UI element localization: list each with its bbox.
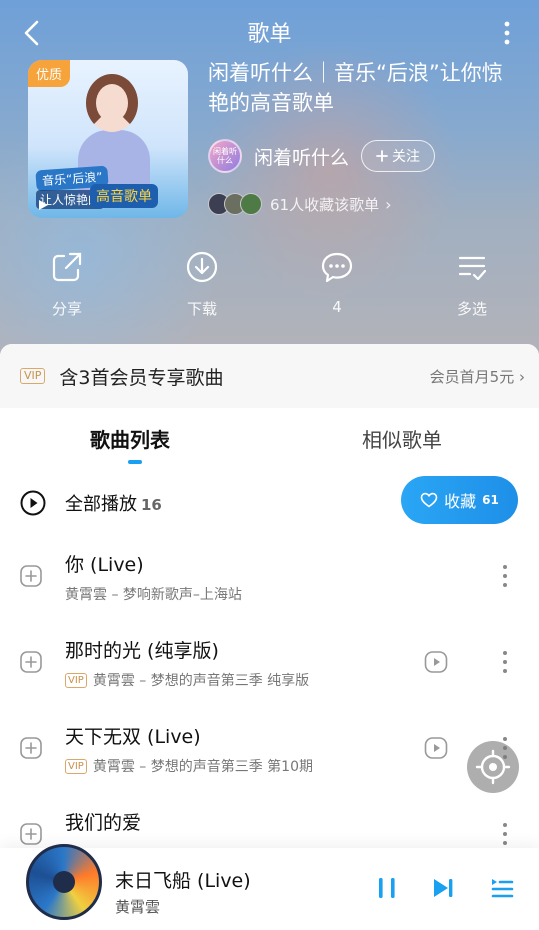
song-title: 那时的光 (纯享版) (65, 640, 219, 662)
multi-select-label: 多选 (456, 300, 487, 318)
play-all-row: 全部播放 16 收藏 61 (0, 476, 539, 528)
cover-play-icon[interactable] (36, 198, 50, 212)
pause-icon[interactable] (376, 876, 398, 900)
song-title: 我们的爱 (65, 812, 142, 834)
song-row[interactable]: 你 (Live) 黄霄雲 – 梦响新歌声–上海站 (0, 538, 539, 624)
creator-avatar[interactable]: 闲着听什么 (208, 139, 242, 173)
creator-row: 闲着听什么 闲着听什么 关注 (208, 138, 436, 174)
multi-select-button[interactable]: 多选 (432, 250, 512, 319)
download-label: 下载 (186, 300, 217, 318)
collect-button[interactable]: 收藏 61 (401, 476, 518, 524)
action-bar: 分享 下载 4 多选 (0, 250, 539, 330)
song-artist-album: 黄霄雲 – 梦响新歌声–上海站 (65, 587, 242, 603)
vip-badge: VIP (65, 672, 87, 688)
song-row[interactable]: 那时的光 (纯享版) VIP 黄霄雲 – 梦想的声音第三季 纯享版 (0, 624, 539, 710)
locate-current-button[interactable] (467, 741, 519, 793)
song-title: 天下无双 (Live) (65, 726, 201, 748)
download-button[interactable]: 下载 (162, 250, 242, 319)
share-button[interactable]: 分享 (27, 250, 107, 319)
add-to-playlist-icon[interactable] (20, 651, 42, 673)
now-playing-artist: 黄霄雲 (115, 898, 161, 916)
song-more-icon[interactable] (498, 648, 512, 676)
vip-offer-label: 会员首月5元 (429, 367, 515, 386)
add-to-playlist-icon[interactable] (20, 737, 42, 759)
multi-select-icon (458, 256, 487, 281)
creator-name[interactable]: 闲着听什么 (254, 143, 349, 170)
premium-badge: 优质 (28, 60, 71, 87)
more-icon[interactable] (497, 18, 517, 48)
page-title: 歌单 (247, 22, 292, 47)
heart-icon (420, 492, 438, 508)
playlist-cover[interactable]: 优质 音乐“后浪” 让人惊艳的 高音歌单 (28, 60, 188, 218)
top-bar: 歌单 (0, 10, 539, 54)
download-icon (186, 251, 218, 283)
tab-indicator (128, 460, 142, 464)
vip-offer[interactable]: 会员首月5元 › (430, 366, 525, 387)
song-meta: VIP 黄霄雲 – 梦想的声音第三季 第10期 (65, 756, 313, 776)
add-to-playlist-icon[interactable] (20, 565, 42, 587)
chevron-right-icon: › (519, 367, 525, 386)
vip-badge: VIP (65, 758, 87, 774)
chevron-right-icon: › (385, 194, 392, 214)
collect-label: 收藏 (444, 492, 477, 511)
song-count: 16 (141, 496, 162, 514)
mv-play-icon[interactable] (424, 736, 448, 760)
play-all-label: 全部播放 (65, 494, 137, 515)
playlist-name: 闲着听什么｜音乐“后浪”让你惊艳的高音歌单 (208, 61, 503, 115)
vip-text: 含3首会员专享歌曲 (59, 366, 224, 389)
song-artist-album: 黄霄雲 – 梦想的声音第三季 第10期 (92, 759, 313, 775)
vip-banner[interactable]: VIP 含3首会员专享歌曲 会员首月5元 › (0, 344, 539, 408)
follow-button[interactable]: 关注 (361, 140, 436, 172)
tab-song-list[interactable]: 歌曲列表 (90, 424, 170, 453)
song-list-sheet: VIP 含3首会员专享歌曲 会员首月5元 › 歌曲列表 相似歌单 全部播放 16 … (0, 344, 539, 930)
play-all-button[interactable]: 全部播放 16 (65, 490, 162, 516)
playlist-queue-icon[interactable] (490, 876, 514, 900)
tab-similar-playlists[interactable]: 相似歌单 (362, 424, 442, 453)
target-icon (475, 749, 511, 785)
song-row[interactable]: 天下无双 (Live) VIP 黄霄雲 – 梦想的声音第三季 第10期 (0, 710, 539, 796)
favorites-row[interactable]: 61人收藏该歌单 › (208, 191, 392, 217)
tab-bar: 歌曲列表 相似歌单 (0, 418, 539, 468)
song-meta: VIP 黄霄雲 – 梦想的声音第三季 纯享版 (65, 670, 309, 690)
add-to-playlist-icon[interactable] (20, 823, 42, 845)
now-playing-title: 末日飞船 (Live) (115, 870, 251, 892)
comment-icon (321, 252, 353, 283)
follow-label: 关注 (392, 149, 421, 165)
share-label: 分享 (51, 300, 82, 318)
fan-avatar (240, 193, 262, 215)
mv-play-icon[interactable] (424, 650, 448, 674)
play-all-icon[interactable] (20, 490, 46, 516)
song-more-icon[interactable] (498, 820, 512, 848)
share-icon (52, 252, 82, 282)
mini-player[interactable]: 末日飞船 (Live) 黄霄雲 (0, 844, 539, 930)
collect-count: 61 (482, 493, 499, 507)
song-more-icon[interactable] (498, 562, 512, 590)
vip-tag: VIP (20, 368, 46, 384)
cover-face (86, 74, 138, 132)
plus-icon (376, 150, 388, 162)
song-meta: 黄霄雲 – 梦响新歌声–上海站 (65, 584, 242, 604)
song-title: 你 (Live) (65, 554, 144, 576)
comment-count: 4 (332, 298, 342, 316)
next-track-icon[interactable] (431, 876, 455, 900)
song-artist-album: 黄霄雲 – 梦想的声音第三季 纯享版 (92, 673, 310, 689)
cover-banner-line2: 高音歌单 (90, 184, 158, 208)
comment-button[interactable]: 4 (297, 250, 377, 316)
favorites-text: 61人收藏该歌单 (270, 195, 380, 214)
album-disc[interactable] (26, 844, 102, 920)
